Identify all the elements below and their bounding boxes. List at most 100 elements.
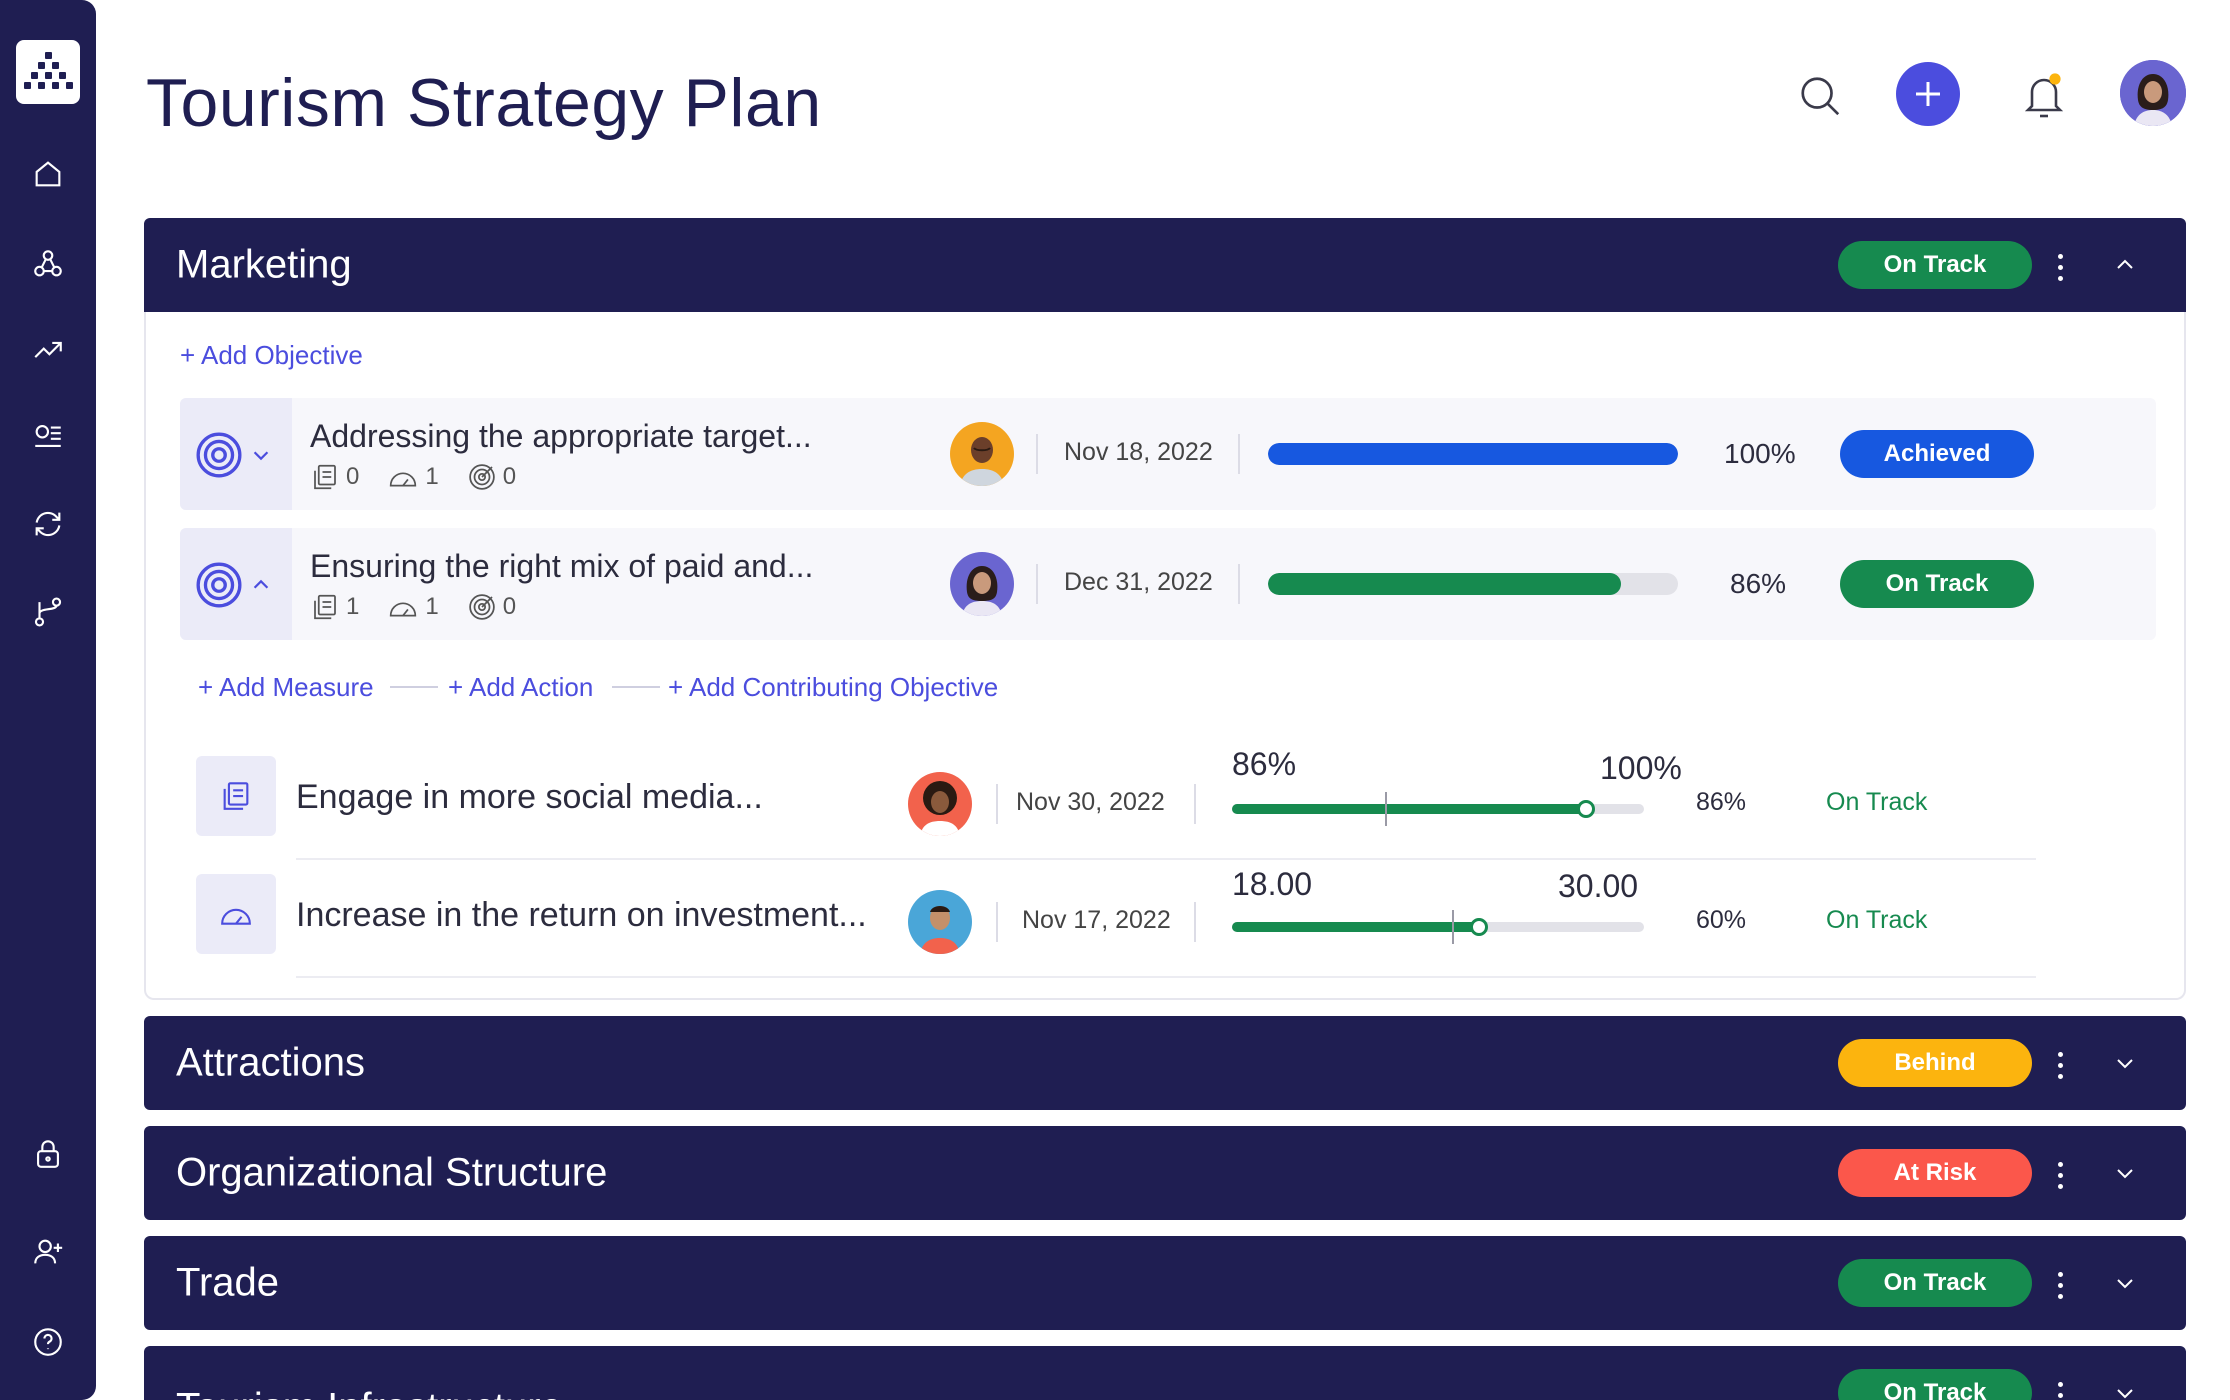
section-header-organizational-structure[interactable]: Organizational Structure At Risk — [144, 1126, 2186, 1220]
measure-status: On Track — [1826, 788, 1928, 816]
chevron-down-icon — [253, 451, 269, 461]
status-badge: On Track — [1838, 1259, 2032, 1307]
plus-icon — [1916, 82, 1940, 106]
add-action-link[interactable]: + Add Action — [448, 672, 593, 703]
due-date: Nov 17, 2022 — [1022, 906, 1171, 934]
add-objective-link[interactable]: + Add Objective — [180, 340, 363, 371]
more-options-icon[interactable] — [2048, 1378, 2072, 1400]
owner-avatar[interactable] — [950, 422, 1014, 486]
sidebar — [0, 0, 96, 1400]
owner-avatar[interactable] — [908, 772, 972, 836]
section-header-attractions[interactable]: Attractions Behind — [144, 1016, 2186, 1110]
actions-count: 1 — [425, 463, 439, 490]
measure-title[interactable]: Engage in more social media... — [296, 778, 763, 817]
section-title: Trade — [176, 1260, 280, 1305]
branch-icon[interactable] — [28, 592, 68, 632]
network-icon[interactable] — [28, 244, 68, 284]
contributing-count: 0 — [502, 593, 517, 620]
status-badge: On Track — [1840, 560, 2034, 608]
section-header-marketing[interactable]: Marketing On Track — [144, 218, 2186, 312]
status-badge: On Track — [1838, 241, 2032, 289]
measure-type — [196, 874, 276, 954]
chevron-down-icon[interactable] — [2108, 1376, 2142, 1400]
link-separator — [612, 686, 660, 688]
target-icon — [196, 562, 242, 608]
objective-title[interactable]: Ensuring the right mix of paid and... — [310, 548, 813, 585]
progress-fill — [1268, 443, 1678, 465]
baseline-marker — [1452, 910, 1454, 944]
chevron-down-icon[interactable] — [2108, 1156, 2142, 1190]
notifications-button[interactable] — [2016, 66, 2072, 126]
measures-count: 1 — [346, 593, 360, 620]
measure-icon — [223, 782, 249, 810]
current-value-label: 86% — [1232, 746, 1297, 782]
bell-icon — [2024, 73, 2064, 118]
lock-icon[interactable] — [28, 1134, 68, 1174]
measure-slider-fill — [1232, 922, 1480, 932]
progress-percent: 100% — [1724, 438, 1796, 469]
trend-icon[interactable] — [28, 330, 68, 370]
measure-icon — [314, 594, 336, 620]
search-icon — [1801, 77, 1840, 116]
section-title: Marketing — [176, 242, 352, 287]
measure-row[interactable]: Increase in the return on investment... … — [196, 860, 2036, 978]
measure-icon — [314, 464, 336, 490]
more-options-icon[interactable] — [2048, 250, 2072, 284]
objective-counts: 0 1 0 — [310, 462, 534, 492]
contributing-count: 0 — [502, 463, 517, 490]
measure-row[interactable]: Engage in more social media... Nov 30, 2… — [196, 742, 2036, 860]
baseline-marker — [1385, 792, 1387, 826]
target-value-label: 30.00 — [1558, 868, 1639, 904]
measure-status: On Track — [1826, 906, 1928, 934]
objective-title[interactable]: Addressing the appropriate target... — [310, 418, 812, 455]
target-icon — [196, 432, 242, 478]
more-options-icon[interactable] — [2048, 1048, 2072, 1082]
section-title: Organizational Structure — [176, 1150, 608, 1195]
status-badge: On Track — [1838, 1369, 2032, 1400]
gauge-icon — [390, 602, 417, 617]
objective-row[interactable]: Addressing the appropriate target... 0 1… — [180, 398, 2156, 510]
progress-bar — [1268, 573, 1678, 595]
user-avatar[interactable] — [2120, 60, 2186, 126]
section-title: Tourism Infrastructure — [176, 1386, 563, 1400]
objective-counts: 1 1 0 — [310, 592, 534, 622]
measure-slider-knob[interactable] — [1577, 800, 1596, 818]
gauge-icon — [390, 472, 417, 487]
measure-slider-knob[interactable] — [1470, 918, 1489, 936]
target-value-label: 100% — [1600, 750, 1682, 786]
progress-percent: 60% — [1696, 906, 1747, 934]
progress-percent: 86% — [1696, 788, 1747, 816]
measure-slider-fill — [1232, 804, 1587, 814]
search-button[interactable] — [1792, 68, 1848, 124]
add-contributing-objective-link[interactable]: + Add Contributing Objective — [668, 672, 998, 703]
measure-title[interactable]: Increase in the return on investment... — [296, 896, 867, 935]
measure-type — [196, 756, 276, 836]
add-measure-link[interactable]: + Add Measure — [198, 672, 374, 703]
objective-toggle[interactable] — [180, 398, 292, 510]
more-options-icon[interactable] — [2048, 1158, 2072, 1192]
progress-fill — [1268, 573, 1621, 595]
chevron-down-icon[interactable] — [2108, 1046, 2142, 1080]
add-user-icon[interactable] — [28, 1232, 68, 1272]
objective-toggle[interactable] — [180, 528, 292, 640]
status-badge: Achieved — [1840, 430, 2034, 478]
actions-count: 1 — [425, 593, 439, 620]
owner-avatar[interactable] — [950, 552, 1014, 616]
list-icon[interactable] — [28, 416, 68, 456]
home-icon[interactable] — [28, 154, 68, 194]
progress-percent: 86% — [1730, 568, 1787, 599]
contributing-target-icon — [468, 464, 495, 490]
chevron-up-icon[interactable] — [2108, 248, 2142, 282]
contributing-target-icon — [468, 594, 495, 620]
add-button[interactable] — [1896, 62, 1960, 126]
objective-row[interactable]: Ensuring the right mix of paid and... 1 … — [180, 528, 2156, 640]
app-logo[interactable] — [16, 40, 80, 104]
chevron-up-icon — [253, 579, 269, 589]
chevron-down-icon[interactable] — [2108, 1266, 2142, 1300]
owner-avatar[interactable] — [908, 890, 972, 954]
section-header-trade[interactable]: Trade On Track — [144, 1236, 2186, 1330]
section-header-tourism-infrastructure[interactable]: Tourism Infrastructure On Track — [144, 1346, 2186, 1400]
more-options-icon[interactable] — [2048, 1268, 2072, 1302]
sync-icon[interactable] — [28, 504, 68, 544]
help-icon[interactable] — [28, 1322, 68, 1362]
